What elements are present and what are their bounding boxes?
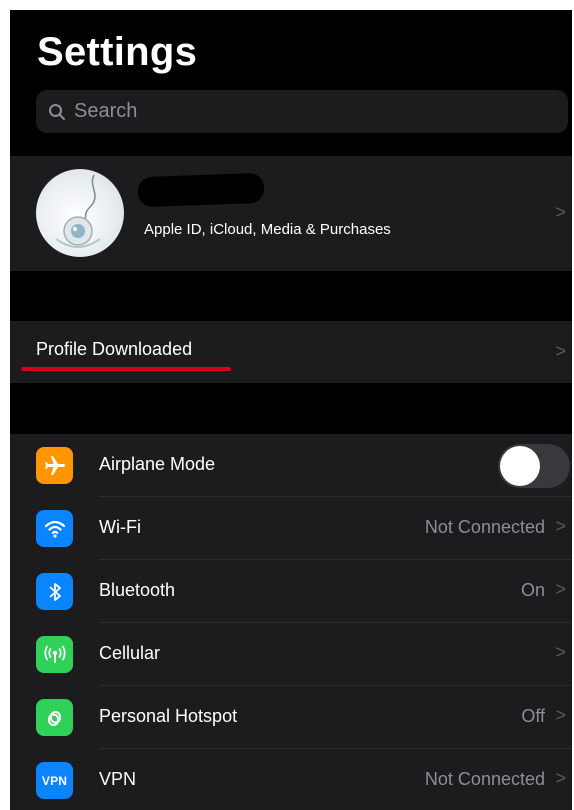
wifi-row[interactable]: Wi-Fi Not Connected > xyxy=(10,497,572,560)
profile-downloaded-label: Profile Downloaded xyxy=(36,339,193,359)
avatar xyxy=(36,169,124,257)
bluetooth-status: On xyxy=(520,580,545,600)
search-icon xyxy=(49,103,65,120)
vpn-icon-text: VPN xyxy=(41,773,68,788)
chevron-right-icon: > xyxy=(555,768,566,788)
red-underline-annotation xyxy=(21,367,231,371)
airplane-mode-toggle[interactable] xyxy=(498,444,570,488)
bluetooth-label: Bluetooth xyxy=(99,580,176,600)
wifi-label: Wi-Fi xyxy=(99,517,141,537)
redacted-name xyxy=(137,172,265,208)
search-placeholder: Search xyxy=(74,100,138,122)
chevron-right-icon: > xyxy=(555,642,566,662)
vpn-label: VPN xyxy=(99,769,137,789)
vpn-icon: VPN xyxy=(36,762,73,799)
chevron-right-icon: > xyxy=(555,341,566,361)
chevron-right-icon: > xyxy=(555,705,566,725)
apple-id-subtitle: Apple ID, iCloud, Media & Purchases xyxy=(144,221,391,238)
toggle-knob xyxy=(500,446,540,486)
cellular-label: Cellular xyxy=(99,643,161,663)
bluetooth-icon xyxy=(36,573,73,610)
airplane-mode-row[interactable]: Airplane Mode xyxy=(10,434,572,497)
vpn-row[interactable]: VPN VPN Not Connected > xyxy=(10,749,572,810)
vpn-status: Not Connected xyxy=(424,769,545,789)
personal-hotspot-label: Personal Hotspot xyxy=(99,706,238,726)
airplane-icon xyxy=(36,447,73,484)
cellular-icon xyxy=(36,636,73,673)
cellular-row[interactable]: Cellular > xyxy=(10,623,572,686)
settings-screen: Settings Search > Apple ID, iCloud, Medi… xyxy=(10,10,572,810)
personal-hotspot-row[interactable]: Personal Hotspot Off > xyxy=(10,686,572,749)
search-field[interactable]: Search xyxy=(36,90,568,133)
bluetooth-row[interactable]: Bluetooth On > xyxy=(10,560,572,623)
settings-list: Airplane Mode Wi-Fi Not Connected > Blue… xyxy=(10,434,572,810)
profile-downloaded-row[interactable]: Profile Downloaded > xyxy=(10,321,572,383)
chevron-right-icon: > xyxy=(555,579,566,599)
wifi-status: Not Connected xyxy=(424,517,545,537)
page-title: Settings xyxy=(37,30,198,74)
chevron-right-icon: > xyxy=(555,516,566,536)
personal-hotspot-status: Off xyxy=(521,706,545,726)
wifi-icon xyxy=(36,510,73,547)
chevron-right-icon: > xyxy=(555,202,566,222)
airplane-mode-label: Airplane Mode xyxy=(99,454,216,474)
apple-id-row[interactable]: > xyxy=(10,156,572,271)
hotspot-icon xyxy=(36,699,73,736)
